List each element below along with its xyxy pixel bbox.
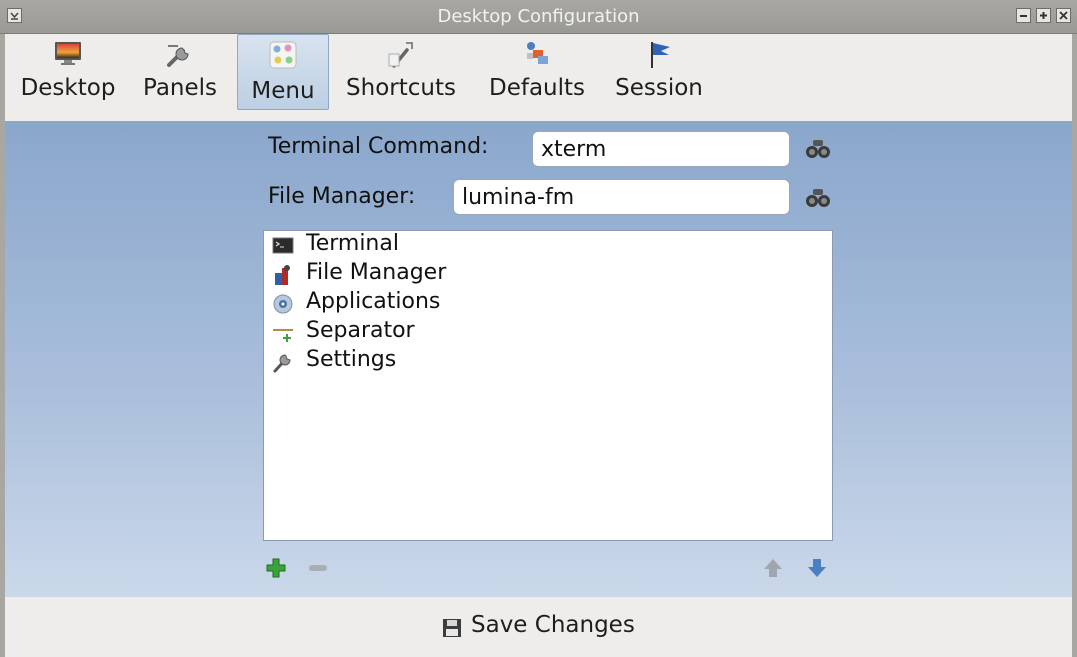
tab-desktop-label: Desktop	[20, 75, 116, 101]
tab-desktop[interactable]: Desktop	[13, 34, 123, 110]
tab-session-label: Session	[615, 75, 703, 101]
tab-session[interactable]: Session	[609, 34, 709, 110]
file-manager-label: File Manager:	[268, 184, 416, 209]
tab-defaults[interactable]: Defaults	[481, 34, 593, 110]
list-item-label: Settings	[306, 347, 397, 372]
title-bar[interactable]: Desktop Configuration	[0, 0, 1077, 34]
tab-defaults-label: Defaults	[488, 75, 586, 101]
settings-icon	[273, 354, 291, 373]
tab-panels[interactable]: Panels	[133, 34, 227, 110]
binoculars-icon[interactable]	[805, 187, 831, 209]
terminal-icon	[272, 237, 294, 254]
terminal-command-input[interactable]	[532, 131, 790, 167]
tab-shortcuts-label: Shortcuts	[346, 75, 456, 101]
menu-settings-panel: Terminal Command: File Manager: Terminal…	[5, 121, 1072, 597]
list-item-file-manager[interactable]: File Manager	[272, 260, 812, 288]
list-item-settings[interactable]: Settings	[272, 347, 812, 375]
close-button[interactable]	[1056, 8, 1071, 23]
footer: Save Changes	[5, 597, 1072, 657]
list-item-label: Separator	[306, 318, 415, 343]
desktop-icon	[55, 42, 81, 65]
separator-icon	[273, 329, 293, 342]
tab-panels-label: Panels	[142, 75, 218, 101]
arrow-up-icon[interactable]	[761, 556, 785, 580]
file-manager-input[interactable]	[453, 179, 790, 215]
remove-icon[interactable]	[306, 556, 330, 580]
tab-menu-label: Menu	[251, 78, 315, 104]
file-manager-icon	[275, 265, 290, 285]
menu-items-list[interactable]: Terminal File Manager Applications Separ…	[263, 230, 833, 541]
list-item-label: Applications	[306, 289, 441, 314]
save-icon	[443, 619, 461, 637]
tab-menu[interactable]: Menu	[237, 34, 329, 110]
terminal-command-label: Terminal Command:	[268, 134, 489, 159]
save-changes-button[interactable]: Save Changes	[441, 611, 656, 645]
list-item-label: File Manager	[306, 260, 447, 285]
maximize-button[interactable]	[1036, 8, 1051, 23]
add-icon[interactable]	[264, 556, 288, 580]
panels-icon	[167, 45, 189, 67]
menu-icon	[269, 41, 297, 69]
list-item-applications[interactable]: Applications	[272, 289, 812, 317]
category-toolbar: Desktop Panels Menu Shortcuts Defaults S…	[5, 34, 1072, 121]
minimize-icon	[1020, 15, 1027, 17]
tab-shortcuts[interactable]: Shortcuts	[339, 34, 463, 110]
binoculars-icon[interactable]	[805, 138, 831, 160]
applications-icon	[273, 294, 293, 314]
list-item-terminal[interactable]: Terminal	[272, 231, 812, 259]
arrow-down-icon[interactable]	[805, 556, 829, 580]
window-border-right	[1072, 34, 1077, 657]
list-item-separator[interactable]: Separator	[272, 318, 812, 346]
window-title: Desktop Configuration	[437, 6, 640, 27]
shortcuts-icon	[388, 42, 413, 68]
session-icon	[651, 42, 670, 68]
list-item-label: Terminal	[306, 231, 399, 256]
close-icon	[1059, 11, 1068, 20]
defaults-icon	[527, 42, 548, 64]
minimize-button[interactable]	[1016, 8, 1031, 23]
maximize-icon	[1040, 12, 1047, 19]
save-changes-label: Save Changes	[471, 612, 635, 638]
